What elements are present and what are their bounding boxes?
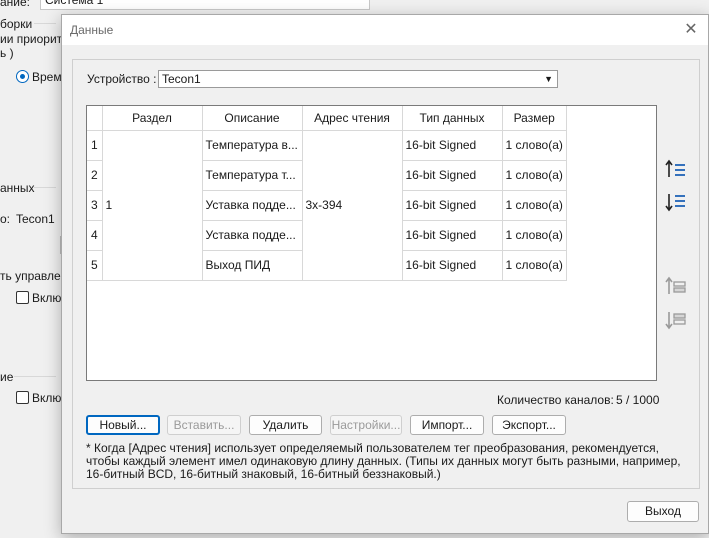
description-cell[interactable]: Температура в... <box>201 129 303 161</box>
table-row[interactable]: 1 Температура в... 16-bit Signed 1 слово… <box>87 129 567 161</box>
move-up-button[interactable] <box>661 155 689 183</box>
size-cell[interactable]: 1 слово(а) <box>501 159 567 191</box>
section-cell[interactable] <box>101 129 203 160</box>
channel-count-value: 5 / 1000 <box>616 393 660 407</box>
bg-divider <box>14 376 56 377</box>
address-cell[interactable] <box>301 129 403 160</box>
dropdown-arrow-icon: ▼ <box>544 74 553 84</box>
bg-text-e: ие <box>0 370 14 384</box>
address-cell[interactable] <box>301 160 403 190</box>
exit-button[interactable]: Выход <box>627 501 699 522</box>
channel-count-label: Количество каналов: <box>497 393 614 407</box>
row-number-header <box>87 106 103 131</box>
move-top-button[interactable] <box>661 272 689 300</box>
column-header-address[interactable]: Адрес чтения <box>301 106 403 131</box>
table-row[interactable]: 4 Уставка подде... 16-bit Signed 1 слово… <box>87 219 567 251</box>
column-header-section[interactable]: Раздел <box>101 106 203 131</box>
bg-divider <box>34 23 56 24</box>
description-cell[interactable]: Уставка подде... <box>201 189 303 221</box>
description-cell[interactable]: Уставка подде... <box>201 219 303 251</box>
bg-name-label: ание: <box>0 0 31 9</box>
data-dialog: Данные ✕ Устройство : Tecon1 ▼ Раздел Оп… <box>61 14 709 534</box>
address-cell[interactable] <box>301 220 403 250</box>
settings-button[interactable]: Настройки... <box>330 415 402 435</box>
close-icon[interactable]: ✕ <box>680 19 702 41</box>
table-header-row: Раздел Описание Адрес чтения Тип данных … <box>87 106 567 131</box>
bg-checkbox-2[interactable] <box>16 391 29 404</box>
type-cell[interactable]: 16-bit Signed <box>401 249 503 281</box>
size-cell[interactable]: 1 слово(а) <box>501 249 567 281</box>
bg-text-ch: ь ) <box>0 46 14 60</box>
address-cell[interactable] <box>301 250 403 281</box>
move-top-icon <box>665 276 686 294</box>
device-label: Устройство : <box>87 72 157 86</box>
section-cell[interactable] <box>101 250 203 281</box>
import-button[interactable]: Импорт... <box>410 415 484 435</box>
delete-button[interactable]: Удалить <box>249 415 322 435</box>
address-cell[interactable]: 3x-394 <box>301 190 403 220</box>
note-text: * Когда [Адрес чтения] использует опреде… <box>86 441 681 481</box>
table-row[interactable]: 5 Выход ПИД 16-bit Signed 1 слово(а) <box>87 249 567 281</box>
section-cell[interactable]: 1 <box>101 190 203 220</box>
move-down-icon <box>665 194 685 212</box>
size-cell[interactable]: 1 слово(а) <box>501 219 567 251</box>
size-cell[interactable]: 1 слово(а) <box>501 189 567 221</box>
type-cell[interactable]: 16-bit Signed <box>401 159 503 191</box>
table-row[interactable]: 2 Температура т... 16-bit Signed 1 слово… <box>87 159 567 191</box>
bg-text-priority: ии приорите <box>0 32 69 46</box>
row-number: 5 <box>87 249 103 281</box>
channels-table[interactable]: Раздел Описание Адрес чтения Тип данных … <box>86 105 657 381</box>
type-cell[interactable]: 16-bit Signed <box>401 189 503 221</box>
move-up-icon <box>665 159 685 177</box>
new-button[interactable]: Новый... <box>86 415 160 435</box>
column-header-type[interactable]: Тип данных <box>401 106 503 131</box>
bg-radio[interactable] <box>16 70 29 83</box>
size-cell[interactable]: 1 слово(а) <box>501 129 567 161</box>
description-cell[interactable]: Выход ПИД <box>201 249 303 281</box>
row-number: 4 <box>87 219 103 251</box>
type-cell[interactable]: 16-bit Signed <box>401 129 503 161</box>
title-bar: Данные ✕ <box>62 15 708 45</box>
bg-name-input[interactable]: Система 1 <box>40 0 370 10</box>
bg-divider <box>34 187 56 188</box>
bg-device-value: Tecon1 <box>16 212 55 226</box>
bg-checkbox-1[interactable] <box>16 291 29 304</box>
column-header-description[interactable]: Описание <box>201 106 303 131</box>
row-number: 3 <box>87 189 103 221</box>
type-cell[interactable]: 16-bit Signed <box>401 219 503 251</box>
row-number: 2 <box>87 159 103 191</box>
section-cell[interactable] <box>101 160 203 190</box>
move-bottom-icon <box>665 312 686 330</box>
bg-device-label: о: <box>0 212 11 226</box>
bg-group-label-borki: борки <box>0 17 33 31</box>
section-cell[interactable] <box>101 220 203 250</box>
move-bottom-button[interactable] <box>661 306 689 334</box>
bg-group-label-dannyh: анных <box>0 181 35 195</box>
dialog-title: Данные <box>70 23 114 37</box>
description-cell[interactable]: Температура т... <box>201 159 303 191</box>
bg-text-control: ть управлен <box>0 269 68 283</box>
table-row[interactable]: 3 1 Уставка подде... 3x-394 16-bit Signe… <box>87 189 567 221</box>
row-number: 1 <box>87 129 103 161</box>
channels-grid: Раздел Описание Адрес чтения Тип данных … <box>87 106 567 281</box>
device-select-value: Tecon1 <box>162 72 201 86</box>
column-header-size[interactable]: Размер <box>501 106 567 131</box>
insert-button[interactable]: Вставить... <box>167 415 241 435</box>
device-select[interactable]: Tecon1 ▼ <box>158 70 558 88</box>
export-button[interactable]: Экспорт... <box>492 415 566 435</box>
move-down-button[interactable] <box>661 188 689 216</box>
